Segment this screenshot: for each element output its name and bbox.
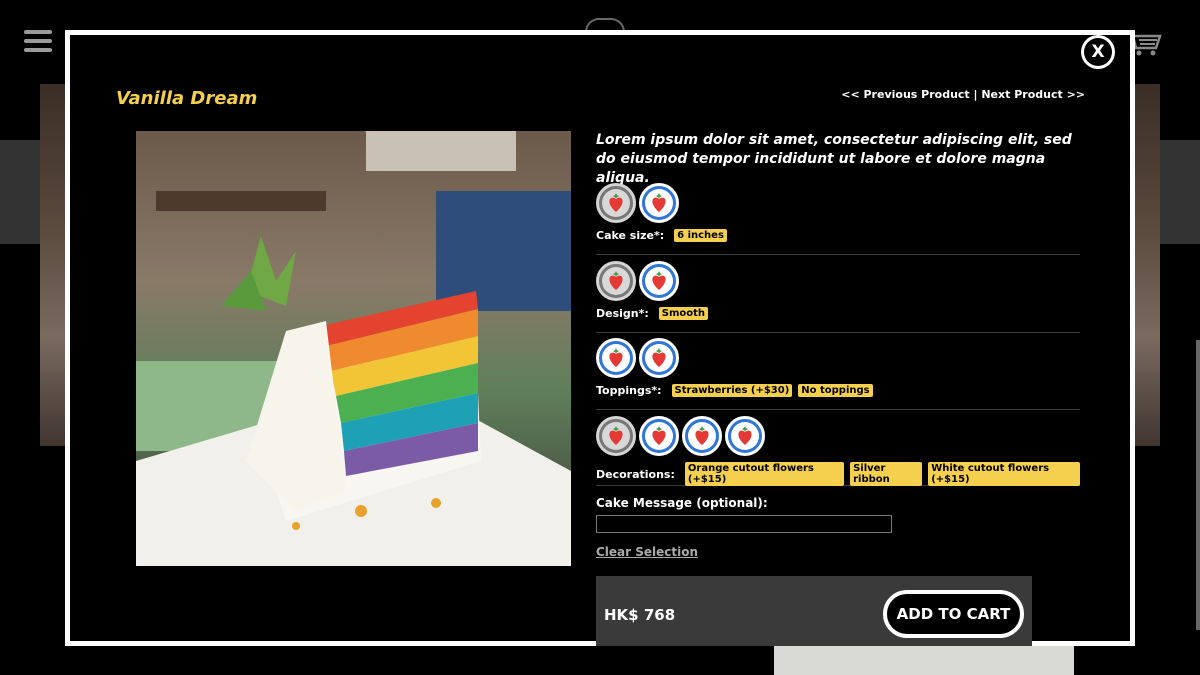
option-decorations: Decorations: Orange cutout flowers (+$15… — [596, 416, 1080, 486]
option-row: Cake size*: 6 inches — [596, 229, 727, 242]
option-row: Toppings*: Strawberries (+$30) No toppin… — [596, 384, 873, 397]
swatch[interactable] — [639, 338, 679, 378]
option-chip[interactable]: Strawberries (+$30) — [671, 384, 793, 397]
swatch-list — [596, 338, 679, 378]
product-navigation[interactable]: << Previous Product | Next Product >> — [841, 88, 1085, 101]
option-chip[interactable]: Smooth — [658, 307, 709, 320]
strawberry-icon — [652, 348, 666, 367]
strawberry-icon — [609, 193, 623, 212]
strawberry-icon — [609, 426, 623, 445]
option-label: Toppings*: — [596, 384, 662, 397]
swatch-list — [596, 261, 679, 301]
option-chip[interactable]: No toppings — [798, 384, 873, 397]
swatch[interactable] — [725, 416, 765, 456]
option-chip[interactable]: Silver ribbon — [850, 462, 923, 486]
option-toppings: Toppings*: Strawberries (+$30) No toppin… — [596, 338, 1080, 410]
option-cake-size: Cake size*: 6 inches — [596, 183, 1080, 255]
strawberry-icon — [609, 348, 623, 367]
swatch[interactable] — [596, 183, 636, 223]
price-bar: HK$ 768 ADD TO CART — [596, 576, 1032, 646]
option-chip[interactable]: White cutout flowers (+$15) — [928, 462, 1080, 486]
option-label: Design*: — [596, 307, 649, 320]
swatch-list — [596, 183, 679, 223]
strawberry-icon — [695, 426, 709, 445]
option-row: Design*: Smooth — [596, 307, 709, 320]
strawberry-icon — [652, 193, 666, 212]
swatch[interactable] — [639, 183, 679, 223]
cake-message-input[interactable] — [596, 515, 892, 533]
option-chip[interactable]: 6 inches — [674, 229, 727, 242]
hamburger-menu-icon[interactable] — [24, 30, 52, 52]
swatch[interactable] — [596, 338, 636, 378]
close-button[interactable]: X — [1081, 35, 1115, 69]
cake-message-label: Cake Message (optional): — [596, 496, 768, 510]
price: HK$ 768 — [604, 606, 676, 624]
product-modal: X Vanilla Dream << Previous Product | Ne… — [65, 30, 1135, 646]
background-scrollbar — [1196, 340, 1200, 630]
product-title: Vanilla Dream — [116, 88, 258, 109]
swatch-list — [596, 416, 765, 456]
clear-selection-link[interactable]: Clear Selection — [596, 545, 698, 559]
swatch[interactable] — [596, 416, 636, 456]
product-image — [136, 131, 571, 566]
option-label: Cake size*: — [596, 229, 665, 242]
strawberry-icon — [738, 426, 752, 445]
add-to-cart-button[interactable]: ADD TO CART — [883, 590, 1024, 638]
swatch[interactable] — [639, 261, 679, 301]
strawberry-icon — [652, 271, 666, 290]
option-design: Design*: Smooth — [596, 261, 1080, 333]
option-chip[interactable]: Orange cutout flowers (+$15) — [684, 462, 845, 486]
option-row: Decorations: Orange cutout flowers (+$15… — [596, 462, 1080, 486]
strawberry-icon — [652, 426, 666, 445]
swatch[interactable] — [682, 416, 722, 456]
swatch[interactable] — [639, 416, 679, 456]
option-label: Decorations: — [596, 467, 675, 481]
swatch[interactable] — [596, 261, 636, 301]
strawberry-icon — [609, 271, 623, 290]
close-icon: X — [1084, 38, 1112, 66]
product-description: Lorem ipsum dolor sit amet, consectetur … — [596, 132, 1072, 186]
